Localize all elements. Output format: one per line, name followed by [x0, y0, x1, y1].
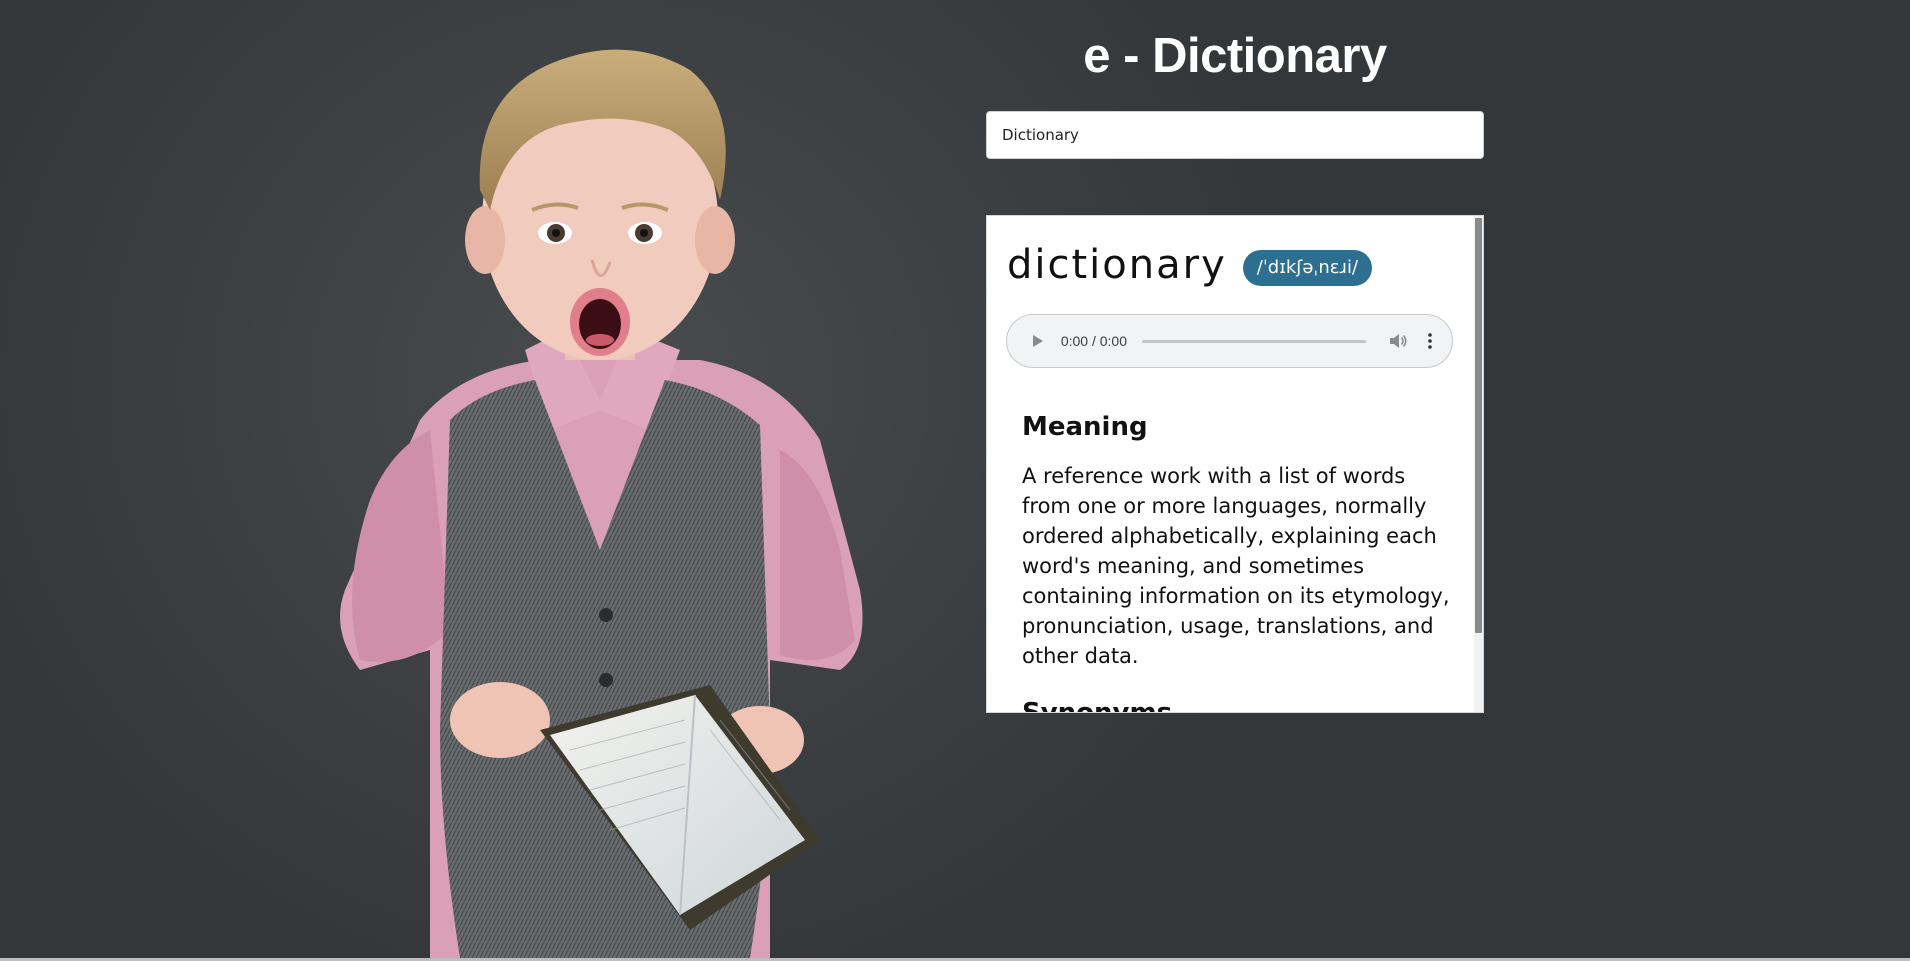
more-options-icon	[1428, 333, 1432, 349]
volume-icon	[1390, 334, 1407, 348]
definition-card[interactable]: dictionary /ˈdɪkʃəˌnɛɹi/ 0:00 / 0:00 Mea…	[986, 215, 1484, 713]
more-options-button[interactable]	[1422, 331, 1438, 351]
word-title: dictionary	[1007, 242, 1227, 288]
audio-progress-bar[interactable]	[1142, 339, 1367, 343]
hero-photo-boy-with-book	[340, 49, 863, 958]
card-scrollbar-thumb[interactable]	[1475, 218, 1482, 633]
word-header: dictionary /ˈdɪkʃəˌnɛɹi/	[1007, 242, 1373, 288]
search-input[interactable]	[986, 111, 1484, 159]
page-background	[0, 0, 1910, 958]
volume-button[interactable]	[1388, 331, 1408, 351]
app-title: e - Dictionary	[1083, 29, 1387, 83]
synonyms-heading: Synonyms	[1022, 698, 1173, 713]
audio-time: 0:00 / 0:00	[1060, 333, 1127, 349]
pronunciation-audio-player[interactable]: 0:00 / 0:00	[1006, 314, 1453, 368]
play-icon	[1032, 335, 1043, 347]
play-button[interactable]	[1027, 330, 1049, 352]
definition-card-content: dictionary /ˈdɪkʃəˌnɛɹi/ 0:00 / 0:00 Mea…	[987, 216, 1475, 713]
phonetic-badge: /ˈdɪkʃəˌnɛɹi/	[1242, 250, 1373, 286]
meaning-text: A reference work with a list of words fr…	[1022, 464, 1450, 668]
meaning-heading: Meaning	[1022, 412, 1148, 442]
card-scrollbar[interactable]	[1474, 216, 1483, 712]
